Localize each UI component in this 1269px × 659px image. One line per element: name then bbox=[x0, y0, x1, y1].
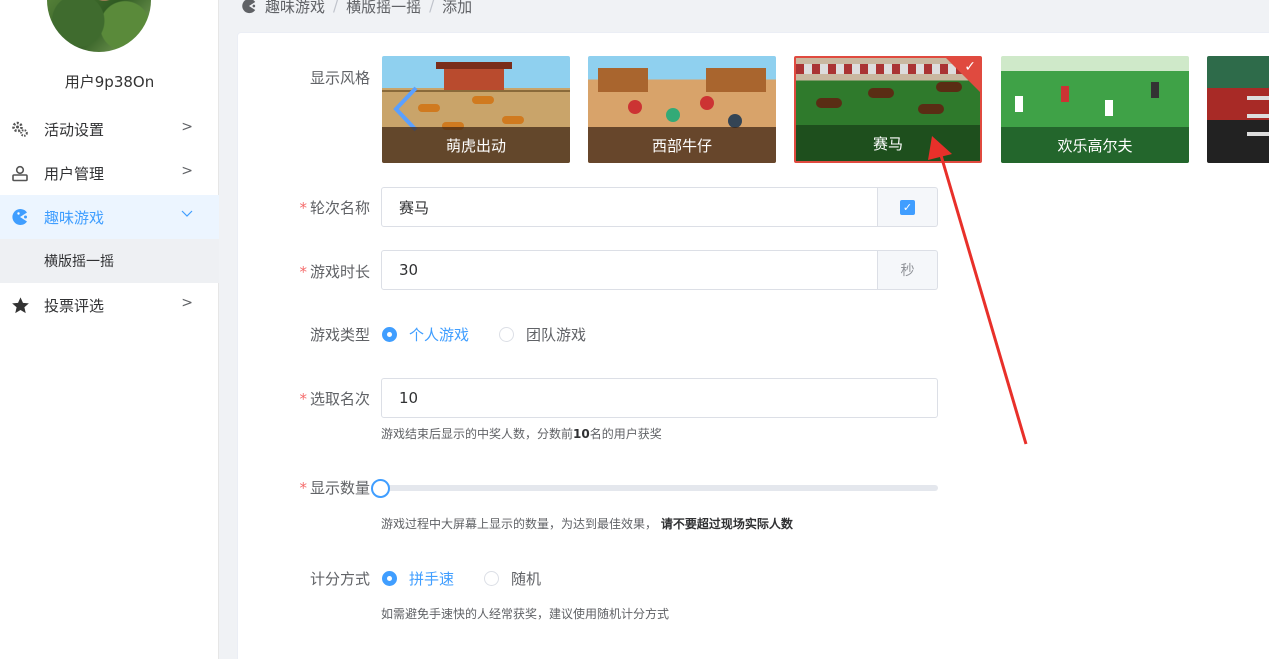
scoring-hint: 如需避免手速快的人经常获奖，建议使用随机计分方式 bbox=[381, 607, 670, 621]
radio-dot bbox=[484, 571, 500, 586]
sidebar-item-label: 趣味游戏 bbox=[44, 208, 105, 227]
star-icon bbox=[10, 295, 30, 315]
style-option-tiger[interactable]: 萌虎出动 bbox=[382, 56, 570, 163]
display-count-hint: 游戏过程中大屏幕上显示的数量，为达到最佳效果， 请不要超过现场实际人数 bbox=[381, 517, 793, 531]
winners-hint: 游戏结束后显示的中奖人数，分数前10名的用户获奖 bbox=[381, 427, 662, 441]
scoring-label: 计分方式 bbox=[309, 570, 370, 588]
breadcrumb-separator: / bbox=[429, 0, 435, 15]
sidebar-item-label: 用户管理 bbox=[44, 164, 105, 183]
breadcrumb-item[interactable]: 横版摇一摇 bbox=[346, 0, 421, 17]
radio-dot bbox=[382, 327, 397, 342]
sidebar-item-label: 活动设置 bbox=[44, 120, 105, 139]
sidebar-item-user-management[interactable]: 用户管理 > bbox=[0, 151, 219, 195]
style-option-caption: 赛马 bbox=[796, 125, 980, 161]
sidebar-item-voting[interactable]: 投票评选 > bbox=[0, 283, 219, 327]
sidebar-subitem-horizontal-shake[interactable]: 横版摇一摇 bbox=[0, 239, 219, 283]
duration-label: * 游戏时长 bbox=[299, 263, 370, 281]
breadcrumb-separator: / bbox=[333, 0, 339, 15]
sidebar-item-activity-settings[interactable]: 活动设置 > bbox=[0, 107, 219, 151]
chevron-down-icon bbox=[181, 207, 193, 223]
round-name-input[interactable]: 赛马 bbox=[381, 187, 878, 227]
style-option-caption: 欢乐高尔夫 bbox=[1001, 127, 1189, 163]
radio-random[interactable]: 随机 bbox=[484, 568, 541, 589]
winners-label: * 选取名次 bbox=[299, 390, 370, 408]
style-option-caption: 西部牛仔 bbox=[588, 127, 776, 163]
game-type-label: 游戏类型 bbox=[309, 326, 370, 344]
style-option-cowboy[interactable]: 西部牛仔 bbox=[588, 56, 776, 163]
scoring-radio-group: 拼手速 随机 bbox=[382, 568, 571, 589]
round-name-label: * 轮次名称 bbox=[299, 199, 370, 217]
duration-unit: 秒 bbox=[878, 250, 938, 290]
user-card-icon bbox=[10, 163, 30, 183]
sidebar: 用户9p38On 活动设置 > 用户管理 > 趣味游戏 横版摇一摇 投票评选 > bbox=[0, 0, 219, 659]
winners-input[interactable]: 10 bbox=[381, 378, 938, 418]
avatar[interactable] bbox=[47, 0, 151, 52]
chevron-right-icon: > bbox=[181, 163, 193, 179]
round-name-append: ✓ bbox=[878, 187, 938, 227]
check-icon: ✓ bbox=[964, 59, 976, 75]
style-option-partial[interactable] bbox=[1207, 56, 1269, 163]
pacman-icon bbox=[10, 207, 30, 227]
breadcrumb-item-current: 添加 bbox=[442, 0, 473, 16]
username: 用户9p38On bbox=[64, 73, 155, 91]
style-option-horse-racing[interactable]: ✓ 赛马 bbox=[794, 56, 982, 163]
round-name-checkbox[interactable]: ✓ bbox=[900, 199, 915, 215]
breadcrumb-item[interactable]: 趣味游戏 bbox=[265, 0, 325, 17]
chevron-right-icon: > bbox=[181, 295, 193, 311]
radio-team-game[interactable]: 团队游戏 bbox=[499, 324, 586, 345]
style-option-golf[interactable]: 欢乐高尔夫 bbox=[1001, 56, 1189, 163]
sidebar-item-label: 投票评选 bbox=[44, 296, 105, 315]
breadcrumb: 趣味游戏 / 横版摇一摇 / 添加 bbox=[241, 0, 472, 18]
radio-fast-hands[interactable]: 拼手速 bbox=[382, 568, 454, 589]
chevron-right-icon: > bbox=[181, 119, 193, 135]
sidebar-menu: 活动设置 > 用户管理 > 趣味游戏 横版摇一摇 投票评选 > bbox=[0, 107, 219, 327]
style-option-caption: 萌虎出动 bbox=[382, 127, 570, 163]
duration-input[interactable]: 30 bbox=[381, 250, 878, 290]
display-count-label: * 显示数量 bbox=[299, 479, 370, 497]
radio-dot bbox=[382, 571, 397, 586]
display-count-slider-track[interactable] bbox=[381, 485, 938, 491]
style-label: 显示风格 bbox=[309, 69, 370, 87]
radio-individual-game[interactable]: 个人游戏 bbox=[382, 324, 469, 345]
gears-icon bbox=[10, 119, 30, 139]
game-type-radio-group: 个人游戏 团队游戏 bbox=[382, 324, 616, 345]
sidebar-item-fun-games[interactable]: 趣味游戏 bbox=[0, 195, 219, 239]
display-count-slider-handle[interactable] bbox=[371, 479, 390, 498]
form-card: 显示风格 萌虎出动 西部牛仔 ✓ 赛马 欢乐高尔夫 * 轮次名称 赛马 ✓ * … bbox=[237, 32, 1269, 659]
radio-dot bbox=[499, 327, 515, 342]
pacman-icon bbox=[241, 0, 257, 14]
